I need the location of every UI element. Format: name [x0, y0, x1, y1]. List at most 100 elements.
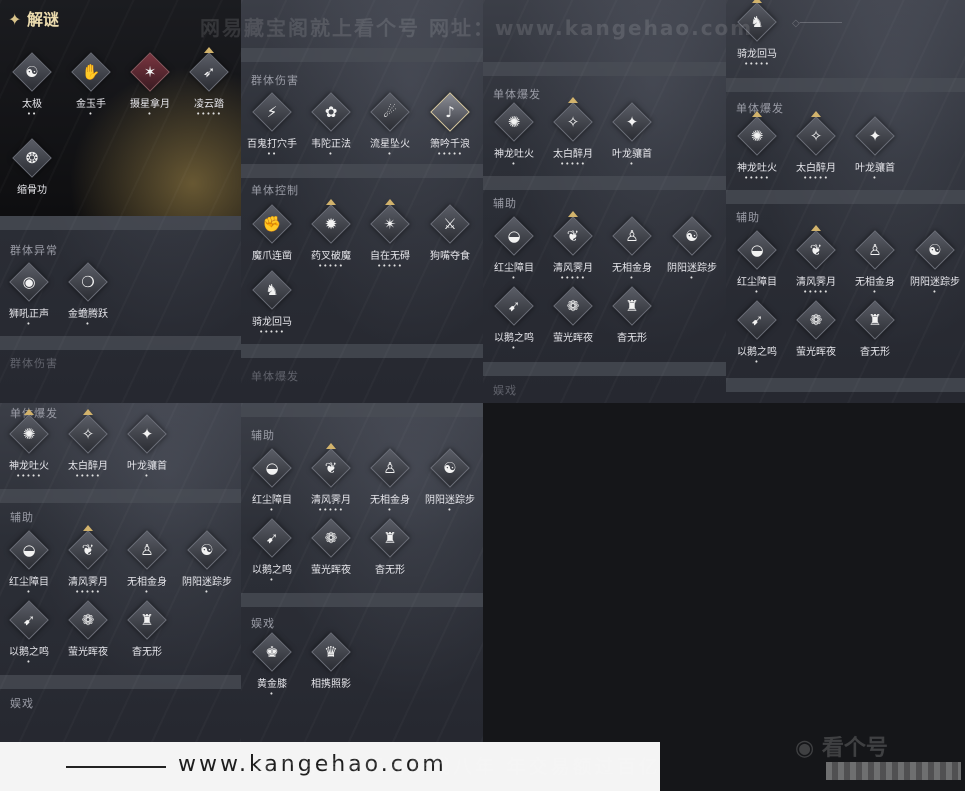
skill-level-dots [844, 358, 906, 367]
skill-glyph-icon: ☯ [928, 241, 942, 259]
skill-icon-frame: ☯ [672, 216, 712, 256]
skill-level-dots: ••••• [377, 262, 403, 270]
skill-glyph-icon: ✦ [625, 113, 639, 131]
skill-item[interactable]: ◒ 红尘障目 • [483, 216, 545, 283]
skill-icon-frame: ➹ [9, 600, 49, 640]
skill-item[interactable]: ♪ 箫吟千浪 ••••• [419, 92, 481, 159]
skill-icon-frame: ✊ [252, 204, 292, 244]
skill-item[interactable]: ◒ 红尘障目 • [726, 230, 788, 297]
page-title-text: 解谜 [26, 10, 59, 29]
skill-item[interactable]: ♛ 相携照影 [300, 632, 362, 699]
skill-item[interactable]: ♚ 黄金膝 • [241, 632, 303, 699]
watermark-top: 网易藏宝阁就上看个号 网址：www.kangehao.com [200, 16, 754, 40]
skill-level-dots: ••••• [803, 288, 829, 296]
skill-item[interactable]: ◒ 红尘障目 • [241, 448, 303, 515]
skill-item[interactable]: ✊ 魔爪连凿 [241, 204, 303, 271]
skill-item[interactable]: ♜ 杳无形 [601, 286, 663, 353]
skill-level-dots: ••••• [560, 160, 586, 168]
skill-item[interactable]: ❁ 萤光晖夜 [785, 300, 847, 367]
skill-level-dots: • [629, 160, 635, 168]
skill-glyph-icon: ❂ [25, 149, 39, 167]
skill-level-dots: ••••• [744, 174, 770, 182]
skill-item[interactable]: ♜ 杳无形 [359, 518, 421, 585]
skill-item[interactable]: ❦ 清风霁月 ••••• [57, 525, 119, 597]
skill-item[interactable]: ☄ 流星坠火 • [359, 92, 421, 159]
skill-glyph-icon: ⚔ [443, 215, 457, 233]
skill-icon-frame: ✧ [68, 409, 108, 454]
skill-item[interactable]: ❍ 金蟾腾跃 • [57, 262, 119, 329]
skill-glyph-icon: ❦ [324, 459, 338, 477]
skill-item[interactable]: ☯ 阴阳迷踪步 • [419, 448, 481, 515]
skill-item[interactable]: ❦ 清风霁月 ••••• [785, 225, 847, 297]
skill-item[interactable]: ✦ 叶龙骧首 • [601, 102, 663, 169]
skill-item[interactable]: ♞ 骑龙回马 ••••• [241, 270, 303, 337]
skill-item[interactable]: ➹ 以鹅之鸣 • [483, 286, 545, 353]
skill-level-dots: • [144, 588, 150, 596]
skill-item[interactable]: ✦ 叶龙骧首 • [116, 414, 178, 481]
skill-level-dots: • [872, 174, 878, 182]
skill-item[interactable]: ✺ 神龙吐火 ••••• [726, 111, 788, 183]
skill-level-dots: • [511, 274, 517, 282]
skill-item[interactable]: ♙ 无相金身 • [359, 448, 421, 515]
section-title-support: 辅助 [493, 197, 517, 210]
skill-item[interactable]: ♜ 杳无形 [844, 300, 906, 367]
skill-glyph-icon: ✹ [324, 215, 338, 233]
skill-item[interactable]: ⚔ 狗嘴夺食 [419, 204, 481, 271]
skill-item[interactable]: ✧ 太白醉月 ••••• [57, 409, 119, 481]
skill-item[interactable]: ➹ 以鹅之鸣 • [726, 300, 788, 367]
skill-item[interactable]: ☯ 太极 •• [1, 52, 63, 119]
skill-item[interactable]: ☯ 阴阳迷踪步 • [176, 530, 238, 597]
skill-name: 韦陀正法 [311, 139, 351, 150]
redacted-area [826, 762, 961, 780]
skill-glyph-icon: ◒ [750, 241, 764, 259]
skill-item[interactable]: ✦ 叶龙骧首 • [844, 116, 906, 183]
upgrade-badge-icon [24, 409, 34, 415]
skill-glyph-icon: ♛ [324, 643, 338, 661]
skill-item[interactable]: ✿ 韦陀正法 • [300, 92, 362, 159]
skill-glyph-icon: ⚡ [266, 103, 278, 121]
skill-item[interactable]: ♙ 无相金身 • [844, 230, 906, 297]
skill-icon-frame: ◒ [494, 216, 534, 256]
skill-item[interactable]: ❂ 缩骨功 [1, 138, 63, 205]
skill-item[interactable]: ✧ 太白醉月 ••••• [542, 97, 604, 169]
skill-item[interactable]: ☯ 阴阳迷踪步 • [661, 216, 723, 283]
skill-item[interactable]: ❁ 萤光晖夜 [300, 518, 362, 585]
skill-item[interactable]: ❦ 清风霁月 ••••• [300, 443, 362, 515]
skill-item[interactable]: ❦ 清风霁月 ••••• [542, 211, 604, 283]
skill-name: 神龙吐火 [494, 149, 534, 160]
skill-item[interactable]: ➹ 以鹅之鸣 • [0, 600, 60, 667]
skill-name: 叶龙骧首 [855, 163, 895, 174]
skill-item[interactable]: ♜ 杳无形 [116, 600, 178, 667]
skill-item[interactable]: ✧ 太白醉月 ••••• [785, 111, 847, 183]
skill-icon-frame: ✴ [370, 199, 410, 244]
skill-name: 神龙吐火 [737, 163, 777, 174]
skill-level-dots: ••••• [75, 588, 101, 596]
skill-item[interactable]: ✺ 神龙吐火 ••••• [0, 409, 60, 481]
skill-item[interactable]: ❁ 萤光晖夜 [542, 286, 604, 353]
skill-item[interactable]: ◒ 红尘障目 • [0, 530, 60, 597]
skill-item[interactable]: ✺ 神龙吐火 • [483, 102, 545, 169]
skill-item[interactable]: ❁ 萤光晖夜 [57, 600, 119, 667]
skill-item[interactable]: ◉ 狮吼正声 • [0, 262, 60, 329]
skill-icon-frame: ◉ [9, 262, 49, 302]
skill-item[interactable]: ✹ 药叉破魔 ••••• [300, 199, 362, 271]
skill-glyph-icon: ➶ [202, 63, 216, 81]
skill-item[interactable]: ✶ 摄星拿月 • [119, 52, 181, 119]
skill-name: 红尘障目 [252, 495, 292, 506]
upgrade-badge-icon [83, 525, 93, 531]
skill-item[interactable]: ➹ 以鹅之鸣 • [241, 518, 303, 585]
skill-name: 骑龙回马 [252, 317, 292, 328]
skill-level-dots: • [754, 358, 760, 366]
skill-item[interactable]: ♙ 无相金身 • [116, 530, 178, 597]
skill-item[interactable]: ✴ 自在无碍 ••••• [359, 199, 421, 271]
skill-glyph-icon: ✧ [809, 127, 823, 145]
skill-item[interactable]: ✋ 金玉手 • [60, 52, 122, 119]
skill-level-dots: • [629, 274, 635, 282]
skill-glyph-icon: ♚ [265, 643, 279, 661]
skill-item[interactable]: ⚡ 百鬼打穴手 •• [241, 92, 303, 159]
skill-item[interactable]: ☯ 阴阳迷踪步 • [904, 230, 965, 297]
skill-item[interactable]: ♙ 无相金身 • [601, 216, 663, 283]
skill-glyph-icon: ❁ [566, 297, 580, 315]
skill-item[interactable]: ➶ 凌云踏 ••••• [178, 47, 240, 119]
section-title-single-burst: 单体爆发 [493, 88, 541, 101]
